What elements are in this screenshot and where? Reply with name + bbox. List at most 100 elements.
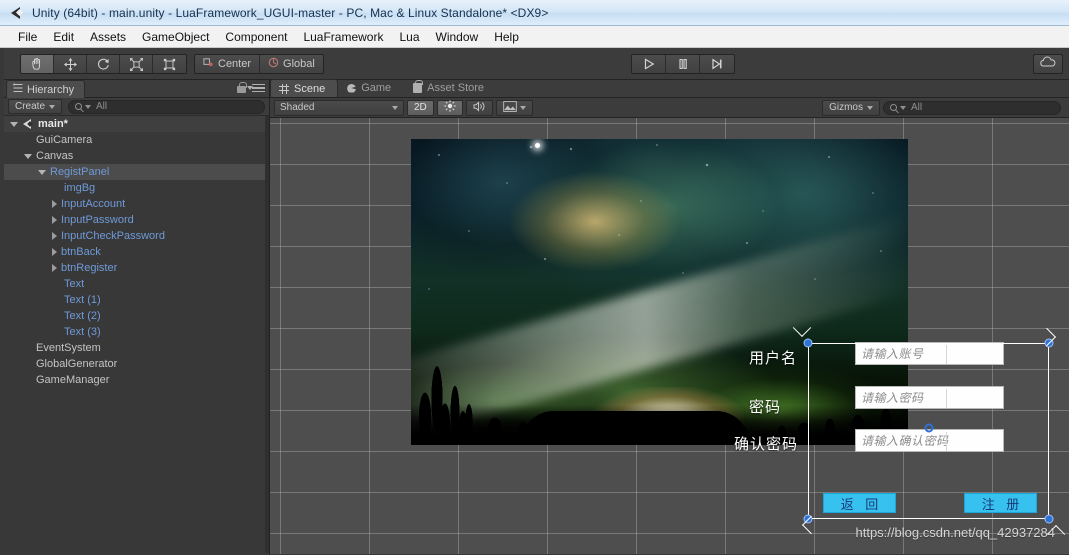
hierarchy-panel: Hierarchy Create All main* GuiCamera Can… (4, 80, 270, 555)
hierarchy-row-label: RegistPanel (50, 166, 110, 178)
hierarchy-row[interactable]: Text (1) (4, 292, 269, 308)
pause-button[interactable] (666, 55, 700, 73)
handle-rotation-button[interactable]: Global (260, 55, 323, 73)
draw-mode-dropdown[interactable]: Shaded (274, 99, 404, 116)
scene-view-toolbar: Shaded 2D Gizmos All (270, 98, 1069, 118)
selection-pivot-handle[interactable] (924, 423, 934, 433)
tab-scene[interactable]: Scene (270, 79, 339, 97)
back-button[interactable]: 返 回 (823, 493, 896, 513)
menu-file[interactable]: File (10, 28, 45, 46)
menu-help[interactable]: Help (486, 28, 527, 46)
unity-icon (8, 5, 26, 21)
menu-window[interactable]: Window (428, 28, 487, 46)
menu-gameobject[interactable]: GameObject (134, 28, 217, 46)
chevron-down-icon[interactable] (38, 169, 46, 175)
gizmos-dropdown[interactable]: Gizmos (822, 99, 880, 116)
hierarchy-toolbar: Create All (4, 98, 269, 116)
hierarchy-tree[interactable]: main* GuiCamera Canvas RegistPanel imgBg Inpu… (4, 116, 269, 553)
panel-menu-icon[interactable] (247, 83, 265, 93)
rotate-tool-button[interactable] (87, 55, 120, 73)
sun-icon (444, 100, 456, 115)
selection-handle-bottom-right[interactable] (1044, 514, 1054, 524)
hierarchy-row[interactable]: InputCheckPassword (4, 228, 269, 244)
scene-search-placeholder: All (911, 102, 923, 113)
hierarchy-row[interactable]: EventSystem (4, 340, 269, 356)
chevron-down-icon[interactable] (10, 121, 18, 127)
hierarchy-row[interactable]: GlobalGenerator (4, 356, 269, 372)
chevron-right-icon[interactable] (52, 200, 57, 208)
hierarchy-row-label: GuiCamera (36, 134, 93, 146)
chevron-right-icon[interactable] (52, 248, 57, 256)
scene-tab-row: Scene Game Asset Store (270, 79, 1069, 98)
step-button[interactable] (700, 55, 734, 73)
unity-editor-window: Unity (64bit) - main.unity - LuaFramewor… (0, 0, 1069, 555)
hierarchy-row-label: InputPassword (61, 214, 134, 226)
hierarchy-scrollbar[interactable] (265, 116, 269, 553)
hierarchy-search-placeholder: All (96, 101, 108, 112)
tab-hierarchy-label: Hierarchy (27, 83, 75, 96)
game-pacman-icon (347, 83, 357, 93)
cloud-icon (1039, 55, 1057, 73)
menu-luaframework[interactable]: LuaFramework (295, 28, 391, 46)
hierarchy-row[interactable]: Text (4, 276, 269, 292)
scene-search-input[interactable]: All (883, 100, 1061, 115)
scene-grid-icon (279, 83, 289, 94)
hand-tool-button[interactable] (21, 55, 54, 73)
toggle-audio-button[interactable] (465, 99, 493, 116)
hierarchy-row[interactable]: GuiCamera (4, 132, 269, 148)
hierarchy-row[interactable]: Canvas (4, 148, 269, 164)
hierarchy-row[interactable]: main* (4, 116, 269, 132)
lock-icon[interactable] (237, 82, 247, 93)
menu-lua[interactable]: Lua (391, 28, 427, 46)
hierarchy-row[interactable]: Text (2) (4, 308, 269, 324)
hierarchy-row[interactable]: InputPassword (4, 212, 269, 228)
move-tool-button[interactable] (54, 55, 87, 73)
hierarchy-search-input[interactable]: All (68, 99, 265, 114)
create-button[interactable]: Create (8, 99, 63, 114)
hierarchy-row[interactable]: btnBack (4, 244, 269, 260)
menu-edit[interactable]: Edit (45, 28, 82, 46)
chevron-right-icon[interactable] (52, 264, 57, 272)
scale-tool-button[interactable] (120, 55, 153, 73)
rect-transform-tool-button[interactable] (153, 55, 186, 73)
chevron-down-icon (392, 105, 398, 110)
hierarchy-tab-icons (237, 82, 265, 93)
toggle-lighting-button[interactable] (436, 99, 463, 116)
play-button[interactable] (632, 55, 666, 73)
chevron-right-icon[interactable] (52, 232, 57, 240)
regist-panel-background-image (411, 139, 908, 445)
lower-left-tree-silhouettes (411, 315, 531, 445)
window-title: Unity (64bit) - main.unity - LuaFramewor… (32, 5, 549, 20)
toggle-2d-button[interactable]: 2D (407, 99, 434, 116)
hierarchy-row-label: Canvas (36, 150, 74, 162)
account-input[interactable]: 请输入账号 (855, 342, 1004, 365)
handle-rotation-label: Global (283, 58, 315, 70)
tab-game-label: Game (361, 82, 392, 94)
menu-assets[interactable]: Assets (82, 28, 134, 46)
tab-hierarchy[interactable]: Hierarchy (6, 80, 86, 98)
hierarchy-row[interactable]: InputAccount (4, 196, 269, 212)
chevron-down-icon[interactable] (24, 153, 32, 159)
selection-handle-top-left[interactable] (803, 338, 813, 348)
chevron-right-icon[interactable] (52, 216, 57, 224)
hierarchy-row[interactable]: GameManager (4, 372, 269, 388)
hierarchy-row[interactable]: imgBg (4, 180, 269, 196)
hierarchy-row-label: main* (38, 118, 68, 130)
hierarchy-row[interactable]: Text (3) (4, 324, 269, 340)
menu-component[interactable]: Component (217, 28, 295, 46)
draw-mode-label: Shaded (280, 102, 315, 113)
hierarchy-row[interactable]: btnRegister (4, 260, 269, 276)
password-input[interactable]: 请输入密码 (855, 386, 1004, 409)
hierarchy-row[interactable]: RegistPanel (4, 164, 269, 180)
main-toolbar: Center Global (4, 48, 1069, 80)
pivot-mode-button[interactable]: Center (195, 55, 261, 73)
gizmos-label: Gizmos (829, 102, 863, 113)
tab-asset-store[interactable]: Asset Store (404, 79, 497, 97)
scene-canvas[interactable]: 用户名 密码 确认密码 请输入账号 请输入密码 请输入确认密码 返 回 注 册 … (270, 118, 1069, 554)
toggle-effects-button[interactable] (495, 99, 533, 116)
unity-services-button[interactable] (1033, 54, 1063, 74)
register-button-label: 注 册 (981, 496, 1024, 512)
tab-game[interactable]: Game (338, 79, 404, 97)
tab-asset-store-label: Asset Store (427, 82, 485, 94)
register-button[interactable]: 注 册 (964, 493, 1037, 513)
